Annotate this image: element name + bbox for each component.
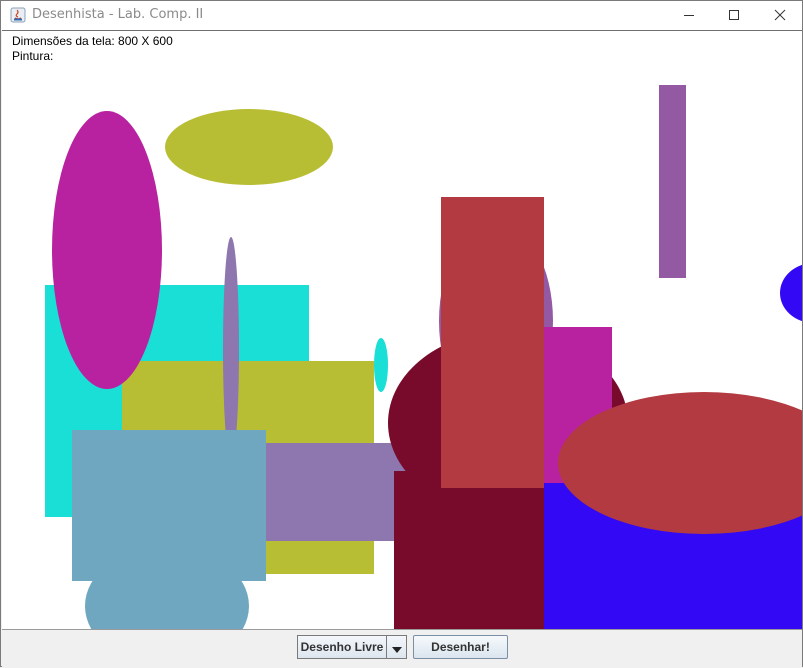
window-title: Desenhista - Lab. Comp. II (32, 7, 204, 22)
java-app-icon (10, 7, 26, 23)
shape-rect-steel-blue (72, 430, 266, 581)
shape-ellipse-magenta-tall (52, 111, 162, 389)
draw-button[interactable]: Desenhar! (413, 635, 508, 659)
shape-ellipse-cyan-small (374, 338, 388, 392)
dropdown-arrow-button[interactable] (387, 636, 406, 658)
shape-ellipse-lavender-thin (223, 237, 239, 461)
close-icon (774, 6, 786, 25)
shape-rect-brick-tall (441, 197, 544, 488)
minimize-icon (683, 6, 695, 25)
drawing-canvas[interactable]: Dimensões da tela: 800 X 600 Pintura: (2, 30, 802, 630)
drawing-mode-value: Desenho Livre (298, 636, 387, 658)
shape-rect-maroon (394, 471, 546, 630)
minimize-button[interactable] (666, 1, 712, 30)
painting-label: Pintura: (12, 49, 54, 63)
chevron-down-icon (391, 638, 402, 657)
painting-shapes (45, 85, 802, 630)
title-bar[interactable]: Desenhista - Lab. Comp. II (1, 1, 802, 30)
shape-rect-purple-vertical (659, 85, 686, 278)
shape-ellipse-blue-edge (780, 264, 802, 322)
app-window: Desenhista - Lab. Comp. II Dimensões da … (0, 0, 803, 668)
bottom-toolbar: Desenho Livre Desenhar! (2, 629, 802, 668)
maximize-button[interactable] (711, 1, 757, 30)
canvas-dimensions-label: Dimensões da tela: 800 X 600 (12, 34, 173, 48)
drawing-mode-select[interactable]: Desenho Livre (297, 635, 407, 659)
close-button[interactable] (757, 1, 803, 30)
shape-ellipse-olive-top (165, 109, 333, 185)
maximize-icon (728, 6, 740, 25)
